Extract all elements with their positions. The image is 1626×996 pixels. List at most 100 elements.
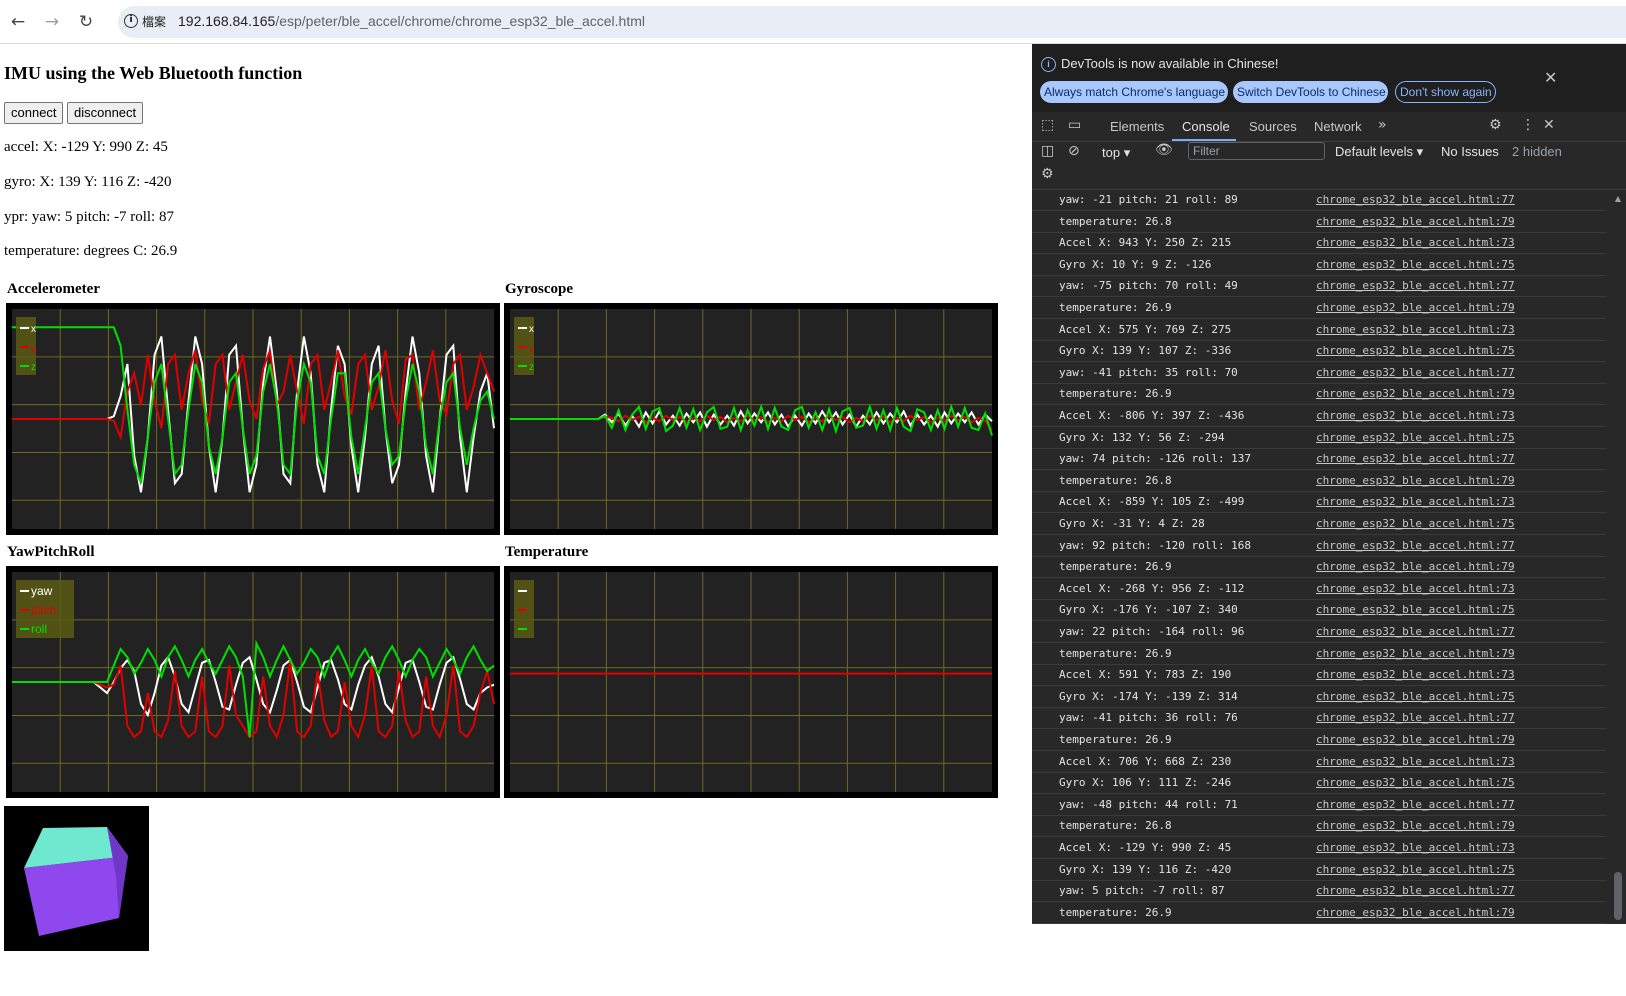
file-badge[interactable]: 檔案 — [142, 13, 166, 30]
sidebar-toggle-icon[interactable]: ◫ — [1041, 143, 1054, 159]
match-language-button[interactable]: Always match Chrome's language — [1040, 81, 1228, 103]
console-source-link[interactable]: chrome_esp32_ble_accel.html:77 — [1316, 539, 1515, 552]
console-message: yaw: -21 pitch: 21 roll: 89 — [1059, 193, 1238, 206]
console-source-link[interactable]: chrome_esp32_ble_accel.html:75 — [1316, 603, 1515, 616]
console-source-link[interactable]: chrome_esp32_ble_accel.html:73 — [1316, 582, 1515, 595]
scrollbar-thumb[interactable] — [1614, 872, 1622, 920]
console-log-row: yaw: -75 pitch: 70 roll: 49 chrome_esp32_… — [1032, 276, 1606, 298]
dont-show-again-button[interactable]: Don't show again — [1395, 81, 1496, 103]
console-source-link[interactable]: chrome_esp32_ble_accel.html:73 — [1316, 409, 1515, 422]
console-message: Accel X: -268 Y: 956 Z: -112 — [1059, 581, 1245, 595]
console-message: yaw: 5 pitch: -7 roll: 87 — [1059, 884, 1225, 898]
console-source-link[interactable]: chrome_esp32_ble_accel.html:79 — [1316, 906, 1515, 919]
close-icon[interactable]: ✕ — [1544, 68, 1557, 87]
console-message: yaw: -75 pitch: 70 roll: 49 — [1059, 279, 1238, 293]
console-source-link[interactable]: chrome_esp32_ble_accel.html:75 — [1316, 517, 1515, 530]
context-selector[interactable]: top ▾ — [1102, 145, 1130, 161]
console-log-row: Accel X: -859 Y: 105 Z: -499 chrome_esp32… — [1032, 492, 1606, 514]
legend-label: roll — [31, 622, 47, 636]
console-source-link[interactable]: chrome_esp32_ble_accel.html:79 — [1316, 474, 1515, 487]
cube-front-face — [24, 856, 128, 936]
console-source-link[interactable]: chrome_esp32_ble_accel.html:79 — [1316, 647, 1515, 660]
inspect-element-icon[interactable]: ⬚ — [1041, 117, 1054, 133]
console-source-link[interactable]: chrome_esp32_ble_accel.html:73 — [1316, 755, 1515, 768]
disconnect-button[interactable]: disconnect — [67, 102, 143, 124]
console-source-link[interactable]: chrome_esp32_ble_accel.html:77 — [1316, 366, 1515, 379]
console-source-link[interactable]: chrome_esp32_ble_accel.html:77 — [1316, 625, 1515, 638]
device-toolbar-icon[interactable]: ▭ — [1068, 117, 1081, 133]
console-log-row: Gyro X: -31 Y: 4 Z: 28 chrome_esp32_ble_a… — [1032, 514, 1606, 535]
log-levels-dropdown[interactable]: Default levels ▾ — [1335, 144, 1423, 160]
console-source-link[interactable]: chrome_esp32_ble_accel.html:79 — [1316, 560, 1515, 573]
console-source-link[interactable]: chrome_esp32_ble_accel.html:77 — [1316, 711, 1515, 724]
cube-svg — [24, 827, 128, 936]
console-scrollbar[interactable]: ▲ — [1612, 190, 1624, 924]
info-icon: i — [1041, 57, 1056, 72]
clear-console-icon[interactable]: ⊘ — [1068, 143, 1080, 159]
eye-icon[interactable]: 👁 — [1155, 142, 1173, 158]
console-source-link[interactable]: chrome_esp32_ble_accel.html:77 — [1316, 884, 1515, 897]
console-log-row: yaw: -48 pitch: 44 roll: 71 chrome_esp32_… — [1032, 795, 1606, 816]
back-arrow-icon[interactable]: ← — [4, 8, 32, 36]
console-source-link[interactable]: chrome_esp32_ble_accel.html:75 — [1316, 431, 1515, 444]
issues-indicator[interactable]: No Issues — [1441, 144, 1499, 159]
console-message: temperature: 26.8 — [1059, 819, 1172, 833]
console-source-link[interactable]: chrome_esp32_ble_accel.html:75 — [1316, 776, 1515, 789]
url-host: 192.168.84.165 — [178, 13, 276, 29]
console-message: temperature: 26.9 — [1059, 560, 1172, 574]
scroll-up-arrow-icon[interactable]: ▲ — [1612, 194, 1624, 203]
console-source-link[interactable]: chrome_esp32_ble_accel.html:79 — [1316, 819, 1515, 832]
console-source-link[interactable]: chrome_esp32_ble_accel.html:73 — [1316, 668, 1515, 681]
address-bar[interactable]: i 檔案 192.168.84.165/esp/peter/ble_accel/… — [118, 6, 1626, 38]
console-log-row: Accel X: -268 Y: 956 Z: -112 chrome_esp32… — [1032, 579, 1606, 600]
tab-sources[interactable]: Sources — [1249, 119, 1297, 134]
switch-chinese-button[interactable]: Switch DevTools to Chinese — [1233, 81, 1388, 103]
console-message: Accel X: 575 Y: 769 Z: 275 — [1059, 322, 1232, 336]
chart-yawpitchroll: yaw pitch roll — [6, 566, 500, 798]
browser-toolbar: ← → ↻ i 檔案 192.168.84.165/esp/peter/ble_… — [0, 0, 1626, 44]
console-source-link[interactable]: chrome_esp32_ble_accel.html:75 — [1316, 690, 1515, 703]
console-source-link[interactable]: chrome_esp32_ble_accel.html:79 — [1316, 387, 1515, 400]
kebab-menu-icon[interactable]: ⋮ — [1521, 117, 1535, 133]
console-message: Accel X: 706 Y: 668 Z: 230 — [1059, 754, 1232, 768]
legend-label: yaw — [31, 584, 53, 598]
console-source-link[interactable]: chrome_esp32_ble_accel.html:77 — [1316, 452, 1515, 465]
tab-network[interactable]: Network — [1314, 119, 1362, 134]
console-message: Gyro X: 132 Y: 56 Z: -294 — [1059, 430, 1225, 444]
url-text[interactable]: 192.168.84.165/esp/peter/ble_accel/chrom… — [178, 13, 645, 29]
console-log-row: Gyro X: 139 Y: 107 Z: -336 chrome_esp32_b… — [1032, 341, 1606, 363]
more-tabs-icon[interactable]: » — [1378, 117, 1387, 133]
site-info-icon[interactable]: i — [124, 14, 138, 28]
forward-arrow-icon[interactable]: → — [38, 8, 66, 36]
console-message: temperature: 26.8 — [1059, 473, 1172, 487]
log-levels-label: Default levels — [1335, 144, 1414, 159]
console-source-link[interactable]: chrome_esp32_ble_accel.html:79 — [1316, 215, 1515, 228]
console-message: yaw: 74 pitch: -126 roll: 137 — [1059, 452, 1252, 466]
console-filter-input[interactable]: Filter — [1188, 142, 1325, 160]
console-message: Accel X: 591 Y: 783 Z: 190 — [1059, 668, 1232, 682]
console-source-link[interactable]: chrome_esp32_ble_accel.html:77 — [1316, 279, 1515, 292]
console-source-link[interactable]: chrome_esp32_ble_accel.html:73 — [1316, 236, 1515, 249]
console-source-link[interactable]: chrome_esp32_ble_accel.html:77 — [1316, 193, 1515, 206]
console-source-link[interactable]: chrome_esp32_ble_accel.html:79 — [1316, 301, 1515, 314]
tab-elements[interactable]: Elements — [1110, 119, 1164, 134]
console-settings-icon[interactable]: ⚙ — [1041, 166, 1054, 182]
console-message: temperature: 26.9 — [1059, 387, 1172, 401]
console-source-link[interactable]: chrome_esp32_ble_accel.html:73 — [1316, 495, 1515, 508]
console-log-row: yaw: 92 pitch: -120 roll: 168 chrome_esp3… — [1032, 536, 1606, 557]
reload-icon[interactable]: ↻ — [72, 8, 100, 36]
tab-console[interactable]: Console — [1182, 119, 1230, 134]
console-log-row: Gyro X: 132 Y: 56 Z: -294 chrome_esp32_bl… — [1032, 428, 1606, 449]
console-source-link[interactable]: chrome_esp32_ble_accel.html:75 — [1316, 344, 1515, 357]
console-source-link[interactable]: chrome_esp32_ble_accel.html:79 — [1316, 733, 1515, 746]
language-infobar: i DevTools is now available in Chinese! … — [1032, 44, 1626, 112]
close-devtools-icon[interactable]: ✕ — [1543, 117, 1555, 133]
console-source-link[interactable]: chrome_esp32_ble_accel.html:75 — [1316, 863, 1515, 876]
console-source-link[interactable]: chrome_esp32_ble_accel.html:75 — [1316, 258, 1515, 271]
console-source-link[interactable]: chrome_esp32_ble_accel.html:73 — [1316, 841, 1515, 854]
connect-button[interactable]: connect — [4, 102, 63, 124]
console-source-link[interactable]: chrome_esp32_ble_accel.html:77 — [1316, 798, 1515, 811]
gear-icon[interactable]: ⚙ — [1489, 117, 1502, 133]
console-source-link[interactable]: chrome_esp32_ble_accel.html:73 — [1316, 323, 1515, 336]
legend-label: z — [529, 362, 534, 373]
